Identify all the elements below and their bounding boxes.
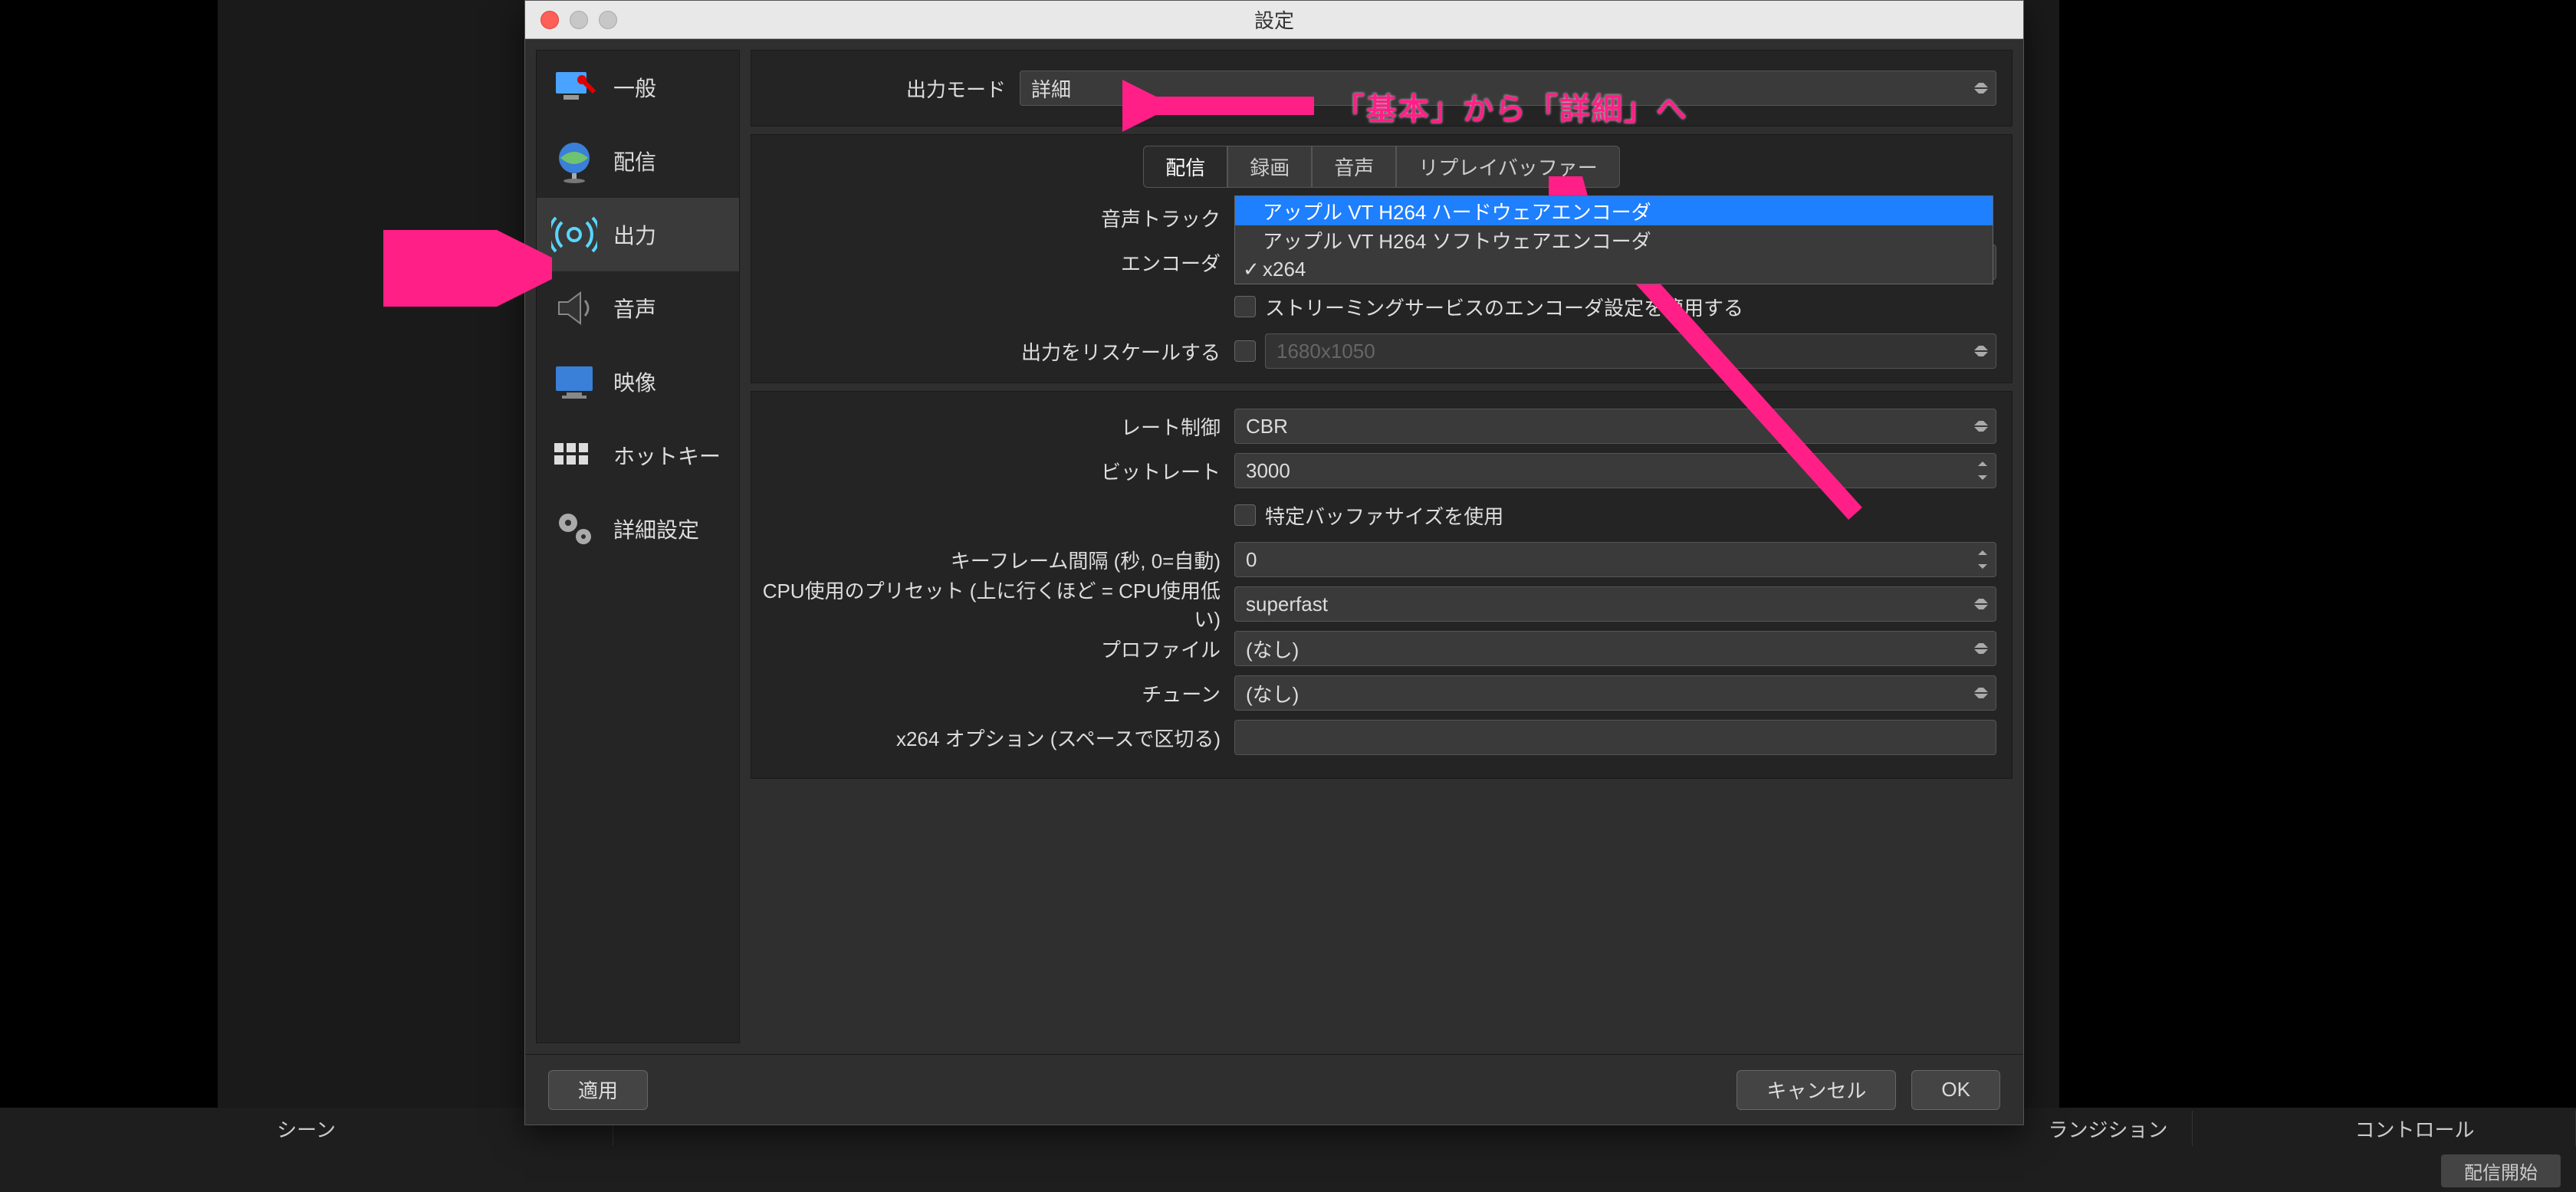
cancel-button[interactable]: キャンセル bbox=[1737, 1070, 1896, 1110]
tab-replay-buffer[interactable]: リプレイバッファー bbox=[1396, 146, 1619, 188]
keyframe-value: 0 bbox=[1246, 548, 1257, 572]
bitrate-value: 3000 bbox=[1246, 459, 1290, 483]
cpu-preset-select[interactable]: superfast bbox=[1234, 586, 1996, 622]
profile-select[interactable]: (なし) bbox=[1234, 631, 1996, 666]
spinner-icon[interactable] bbox=[1974, 546, 1991, 573]
output-mode-section: 出力モード 詳細 bbox=[751, 50, 2013, 126]
sidebar-item-stream[interactable]: 配信 bbox=[537, 124, 739, 198]
control-panel-header: コントロール bbox=[2254, 1111, 2576, 1146]
chevron-down-icon bbox=[1974, 342, 1988, 360]
encoder-settings-section: レート制御 CBR ビットレート 3000 特定バッファサイズを使用 キーフレー… bbox=[751, 391, 2013, 779]
apply-service-settings-label: ストリーミングサービスのエンコーダ設定を適用する bbox=[1265, 293, 1743, 321]
audio-track-label: 音声トラック bbox=[751, 204, 1234, 232]
transition-panel-header: ランジション bbox=[2024, 1111, 2193, 1146]
custom-buffer-label: 特定バッファサイズを使用 bbox=[1265, 501, 1503, 530]
cpu-preset-label: CPU使用のプリセット (上に行くほど = CPU使用低い) bbox=[751, 576, 1234, 632]
sidebar-item-label: 音声 bbox=[613, 293, 656, 323]
settings-dialog: 設定 一般 配信 bbox=[524, 0, 2024, 1125]
sidebar-item-label: ホットキー bbox=[613, 440, 721, 471]
wrench-icon bbox=[549, 62, 600, 113]
encoder-option-hw[interactable]: アップル VT H264 ハードウェアエンコーダ bbox=[1235, 196, 1993, 225]
keyboard-icon bbox=[549, 430, 600, 481]
sidebar-item-label: 一般 bbox=[613, 72, 656, 103]
encoder-label: エンコーダ bbox=[751, 248, 1234, 277]
sidebar-item-hotkeys[interactable]: ホットキー bbox=[537, 419, 739, 492]
tab-record[interactable]: 録画 bbox=[1227, 146, 1312, 188]
rescale-output-select[interactable]: 1680x1050 bbox=[1265, 333, 1996, 369]
chevron-updown-icon bbox=[1974, 639, 1988, 658]
tune-label: チューン bbox=[751, 679, 1234, 708]
chevron-updown-icon bbox=[1974, 417, 1988, 435]
sidebar-item-label: 映像 bbox=[613, 366, 656, 397]
custom-buffer-checkbox[interactable] bbox=[1234, 504, 1256, 526]
tab-audio[interactable]: 音声 bbox=[1312, 146, 1396, 188]
tune-value: (なし) bbox=[1246, 679, 1299, 708]
titlebar: 設定 bbox=[525, 1, 2023, 39]
bitrate-input[interactable]: 3000 bbox=[1234, 453, 1996, 488]
x264-options-label: x264 オプション (スペースで区切る) bbox=[751, 724, 1234, 752]
encoder-dropdown-menu[interactable]: アップル VT H264 ハードウェアエンコーダ アップル VT H264 ソフ… bbox=[1234, 195, 1993, 284]
start-streaming-button[interactable]: 配信開始 bbox=[2441, 1154, 2561, 1187]
encoder-option-sw[interactable]: アップル VT H264 ソフトウェアエンコーダ bbox=[1235, 225, 1993, 254]
sidebar-item-label: 詳細設定 bbox=[613, 514, 699, 544]
obs-background: シーン ランジション コントロール 配信開始 設定 一般 bbox=[0, 0, 2576, 1192]
sidebar-item-general[interactable]: 一般 bbox=[537, 51, 739, 124]
profile-value: (なし) bbox=[1246, 635, 1299, 663]
rescale-output-checkbox[interactable] bbox=[1234, 340, 1256, 362]
output-mode-value: 詳細 bbox=[1031, 74, 1071, 103]
x264-options-input[interactable] bbox=[1234, 720, 1996, 755]
display-icon bbox=[549, 356, 600, 407]
apply-button[interactable]: 適用 bbox=[548, 1070, 648, 1110]
rate-control-label: レート制御 bbox=[751, 412, 1234, 441]
sidebar-item-output[interactable]: 出力 bbox=[537, 198, 739, 271]
broadcast-icon bbox=[549, 209, 600, 260]
rate-control-select[interactable]: CBR bbox=[1234, 409, 1996, 444]
tune-select[interactable]: (なし) bbox=[1234, 675, 1996, 711]
bitrate-label: ビットレート bbox=[751, 457, 1234, 485]
encoder-option-x264[interactable]: x264 bbox=[1235, 254, 1993, 284]
sidebar-item-audio[interactable]: 音声 bbox=[537, 271, 739, 345]
sidebar-item-video[interactable]: 映像 bbox=[537, 345, 739, 419]
window-title: 設定 bbox=[525, 5, 2023, 34]
settings-sidebar: 一般 配信 出力 音声 bbox=[536, 50, 740, 1043]
chevron-updown-icon bbox=[1974, 684, 1988, 702]
apply-service-settings-checkbox[interactable] bbox=[1234, 296, 1256, 317]
profile-label: プロファイル bbox=[751, 635, 1234, 663]
sidebar-item-advanced[interactable]: 詳細設定 bbox=[537, 492, 739, 566]
output-tabs: 配信 録画 音声 リプレイバッファー bbox=[751, 135, 2012, 195]
dialog-body: 一般 配信 出力 音声 bbox=[525, 39, 2023, 1054]
output-tabs-section: 配信 録画 音声 リプレイバッファー 音声トラック エンコーダ bbox=[751, 134, 2013, 383]
globe-icon bbox=[549, 136, 600, 186]
rate-control-value: CBR bbox=[1246, 415, 1288, 438]
rescale-output-value: 1680x1050 bbox=[1276, 340, 1375, 363]
output-mode-label: 出力モード bbox=[751, 74, 1020, 103]
ok-button[interactable]: OK bbox=[1911, 1070, 2000, 1110]
sidebar-item-label: 配信 bbox=[613, 146, 656, 176]
keyframe-interval-label: キーフレーム間隔 (秒, 0=自動) bbox=[751, 546, 1234, 574]
chevron-updown-icon bbox=[1974, 79, 1988, 97]
output-mode-select[interactable]: 詳細 bbox=[1020, 71, 1996, 106]
spinner-icon[interactable] bbox=[1974, 457, 1991, 484]
chevron-updown-icon bbox=[1974, 595, 1988, 613]
streaming-top-rows: 音声トラック エンコーダ x264 bbox=[751, 195, 2012, 383]
scene-panel-header: シーン bbox=[0, 1111, 613, 1146]
rescale-output-label: 出力をリスケールする bbox=[751, 337, 1234, 366]
gear-icon bbox=[549, 504, 600, 554]
dialog-footer: 適用 キャンセル OK bbox=[525, 1054, 2023, 1125]
sidebar-item-label: 出力 bbox=[613, 219, 656, 250]
cpu-preset-value: superfast bbox=[1246, 593, 1328, 616]
speaker-icon bbox=[549, 283, 600, 333]
keyframe-interval-input[interactable]: 0 bbox=[1234, 542, 1996, 577]
tab-stream[interactable]: 配信 bbox=[1143, 146, 1227, 188]
settings-main: 出力モード 詳細 配信 録画 音声 bbox=[751, 50, 2013, 1043]
